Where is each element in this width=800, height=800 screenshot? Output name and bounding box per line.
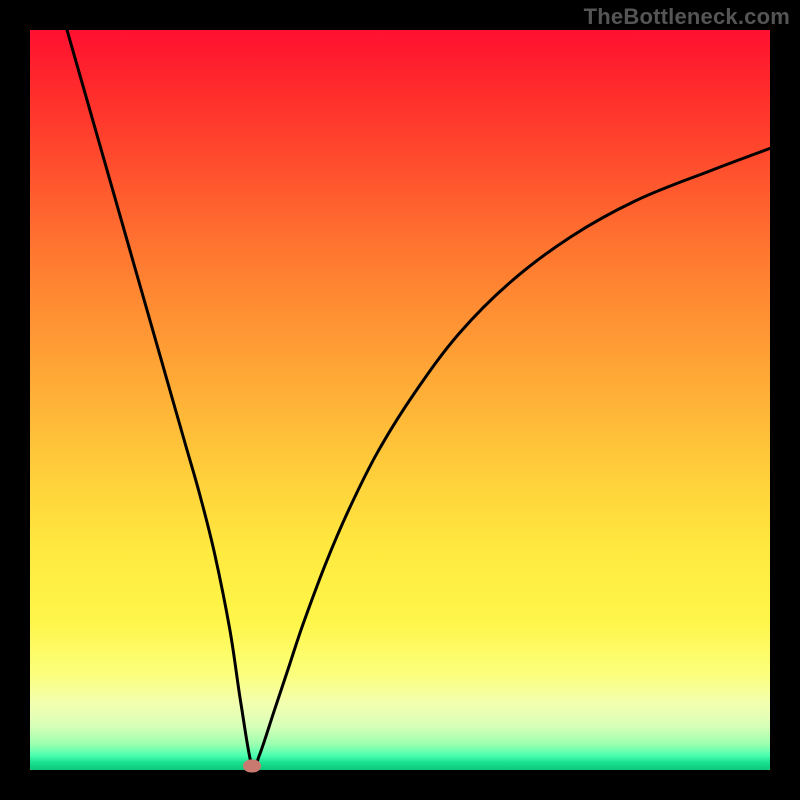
plot-area [30, 30, 770, 770]
curve-svg [30, 30, 770, 770]
chart-frame: TheBottleneck.com [0, 0, 800, 800]
optimum-marker [243, 760, 261, 773]
bottleneck-curve-path [67, 30, 770, 770]
watermark-text: TheBottleneck.com [584, 4, 790, 30]
